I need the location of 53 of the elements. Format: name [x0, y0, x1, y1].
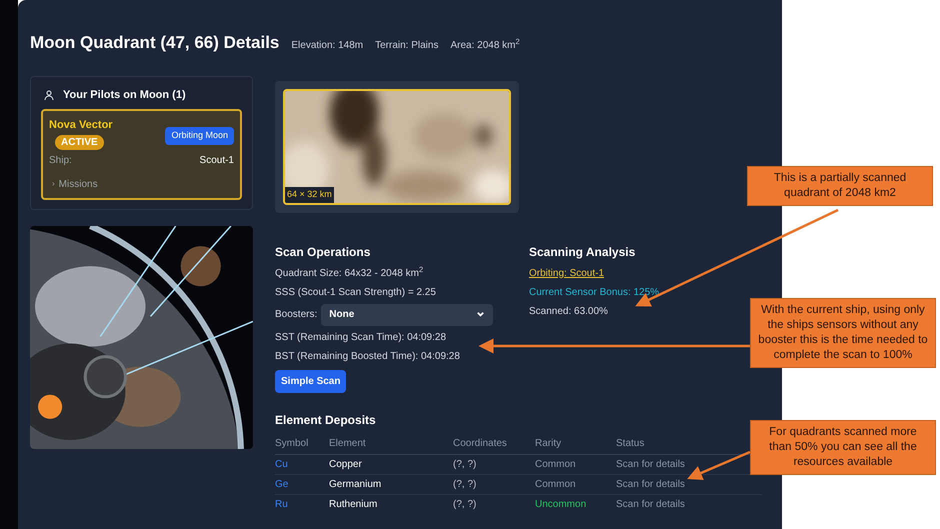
table-cell-text: (?, ?)	[453, 498, 478, 510]
header-stat: Elevation: 148m	[291, 39, 364, 53]
rarity-cell-text: Common	[535, 458, 577, 470]
table-cell-text: Germanium	[329, 478, 382, 490]
annotation-callout: With the current ship, using only the ships sensors without any booster this is the time needed to complete the scan to 100%	[750, 298, 936, 368]
column-header: Status	[616, 436, 644, 450]
table-cell-text: Copper	[329, 458, 363, 470]
scan-info-line: SSS (Scout-1 Scan Strength) = 2.25	[275, 286, 437, 300]
scan-operations-heading: Scan Operations	[275, 244, 372, 260]
column-header: Element	[329, 436, 367, 450]
simple-scan-button[interactable]: Simple Scan	[275, 370, 346, 392]
ship-label: Ship:	[49, 154, 72, 168]
scan-time-line: SST (Remaining Scan Time): 04:09:28	[275, 330, 448, 344]
rarity-cell-text: Uncommon	[535, 498, 588, 510]
table-cell-text: Ruthenium	[329, 498, 378, 510]
table-cell-text: (?, ?)	[453, 458, 478, 470]
boosters-select[interactable]: None	[321, 304, 494, 326]
chevron-down-icon	[476, 310, 486, 319]
table-cell: Scan for details	[616, 498, 685, 510]
pilot-card[interactable]: Nova Vector ACTIVE Orbiting Moon Ship: Scout-1 › Missions	[41, 109, 242, 200]
scan-time-line: BST (Remaining Boosted Time): 04:09:28	[275, 350, 461, 364]
pilot-name: Nova Vector	[49, 118, 113, 133]
scanning-analysis-heading: Scanning Analysis	[529, 244, 636, 260]
rarity-cell-text: Common	[535, 478, 577, 490]
orbiting-link[interactable]: Orbiting: Scout-1	[529, 266, 660, 280]
orbit-badge: Orbiting Moon	[165, 127, 234, 144]
header-stat: Area: 2048 km$^{2}$	[450, 38, 520, 53]
ship-value: Scout-1	[200, 154, 234, 168]
pilots-heading: Your Pilots on Moon (1)	[63, 88, 186, 102]
table-cell: Scan for details	[616, 478, 685, 490]
missions-toggle[interactable]: › Missions	[52, 176, 98, 192]
table-cell-text: Ge	[275, 478, 290, 490]
status-badge: ACTIVE	[55, 134, 104, 150]
header-stat: Terrain: Plains	[375, 39, 438, 53]
column-header: Coordinates	[453, 436, 508, 450]
scanned-percentage: Scanned: 63.00%	[529, 304, 609, 318]
deposits-heading: Element Deposits	[275, 412, 377, 428]
table-cell-text: (?, ?)	[453, 478, 478, 490]
annotation-callout: For quadrants scanned more than 50% you can see all the resources available	[750, 420, 936, 475]
map-size-label: 64 × 32 km	[285, 187, 334, 202]
column-header: Symbol	[275, 436, 310, 450]
user-icon	[43, 88, 55, 101]
annotation-arrow	[687, 450, 750, 480]
table-cell-text: Ru	[275, 498, 289, 510]
boosters-label: Boosters:	[275, 308, 318, 322]
sensor-bonus: Current Sensor Bonus: 125%	[529, 286, 660, 300]
scan-info-line: Quadrant Size: 64x32 - 2048 km$^{2}$	[275, 266, 424, 280]
page-title: Moon Quadrant (47, 66) Details	[30, 32, 280, 54]
table-cell-text: Cu	[275, 458, 289, 470]
table-cell: Scan for details	[616, 458, 685, 470]
column-header: Rarity	[535, 436, 562, 450]
annotation-callout: This is a partially scanned quadrant of 2048 km2	[747, 166, 933, 206]
chevron-icon: ›	[52, 178, 55, 190]
